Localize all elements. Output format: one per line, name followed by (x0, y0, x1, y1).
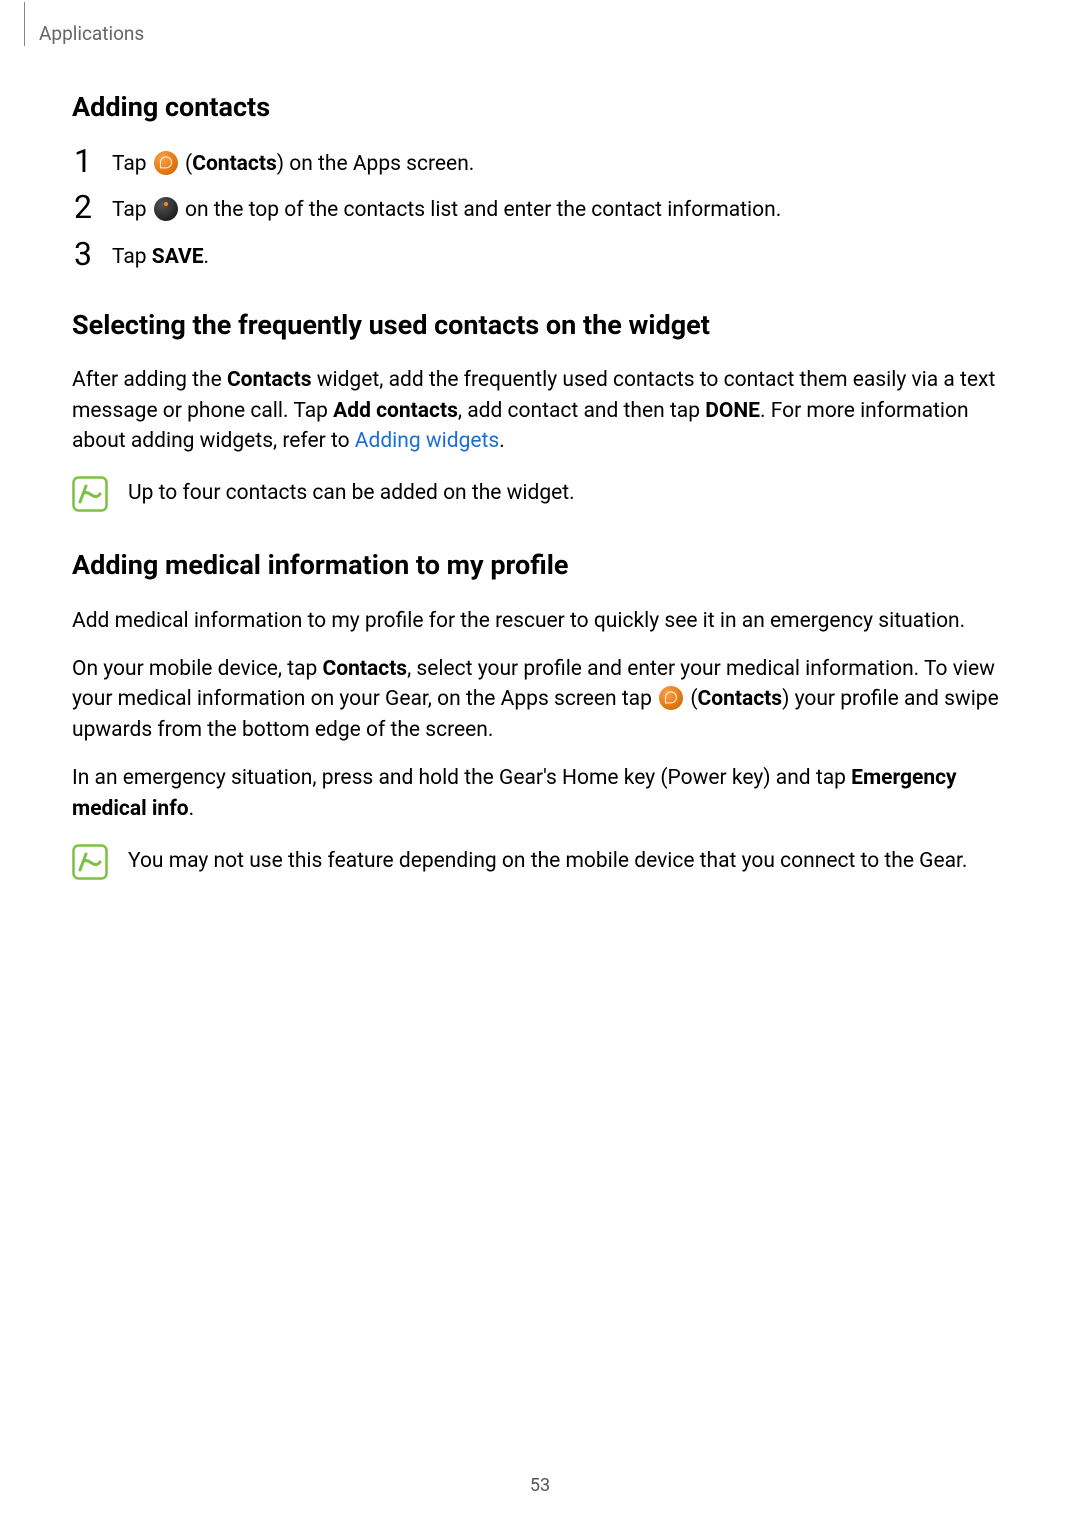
heading-adding-contacts: Adding contacts (72, 88, 1008, 127)
step-3: 3 Tap SAVE. (72, 240, 1008, 272)
heading-medical: Adding medical information to my profile (72, 546, 1008, 585)
text: . (499, 429, 505, 453)
paragraph: In an emergency situation, press and hol… (72, 763, 1008, 824)
bold-label: Contacts (323, 657, 408, 681)
breadcrumb: Applications (24, 20, 1008, 48)
step-body: Tap (Contacts) on the Apps screen. (112, 147, 1008, 179)
text: In an emergency situation, press and hol… (72, 766, 851, 790)
step-body: Tap SAVE. (112, 240, 1008, 272)
paragraph: On your mobile device, tap Contacts, sel… (72, 654, 1008, 745)
text: ( (180, 152, 192, 176)
text: Tap (112, 152, 152, 176)
bold-label: Add contacts (333, 399, 458, 423)
step-number: 2 (72, 191, 94, 223)
paragraph: After adding the Contacts widget, add th… (72, 365, 1008, 456)
text: Tap (112, 245, 152, 269)
step-2: 2 Tap on the top of the contacts list an… (72, 193, 1008, 225)
bold-label: DONE (705, 399, 760, 423)
page-number: 53 (0, 1473, 1080, 1499)
note-icon (72, 476, 108, 512)
bold-label: Contacts (227, 368, 312, 392)
text: ) on the Apps screen. (277, 152, 475, 176)
page: Applications Adding contacts 1 Tap (Cont… (0, 0, 1080, 1527)
text: On your mobile device, tap (72, 657, 323, 681)
step-body: Tap on the top of the contacts list and … (112, 193, 1008, 225)
text: . (189, 797, 195, 821)
paragraph: Add medical information to my profile fo… (72, 606, 1008, 636)
text: on the top of the contacts list and ente… (180, 198, 781, 222)
text: After adding the (72, 368, 227, 392)
text: ( (685, 687, 697, 711)
contacts-icon (659, 686, 683, 710)
bold-label: SAVE (152, 245, 204, 269)
text: Tap (112, 198, 152, 222)
note-icon (72, 844, 108, 880)
text: , add contact and then tap (458, 399, 705, 423)
add-contact-icon (154, 197, 178, 221)
note: You may not use this feature depending o… (72, 842, 1008, 880)
breadcrumb-rule (24, 2, 25, 46)
text: . (204, 245, 210, 269)
note: Up to four contacts can be added on the … (72, 474, 1008, 512)
note-text: Up to four contacts can be added on the … (128, 474, 1008, 508)
breadcrumb-label: Applications (39, 20, 144, 48)
heading-selecting: Selecting the frequently used contacts o… (72, 306, 1008, 345)
step-1: 1 Tap (Contacts) on the Apps screen. (72, 147, 1008, 179)
contacts-icon (154, 151, 178, 175)
step-number: 3 (72, 238, 94, 270)
step-number: 1 (72, 145, 94, 177)
bold-label: Contacts (698, 687, 783, 711)
link-adding-widgets[interactable]: Adding widgets (355, 429, 499, 453)
bold-label: Contacts (192, 152, 277, 176)
note-text: You may not use this feature depending o… (128, 842, 1008, 876)
